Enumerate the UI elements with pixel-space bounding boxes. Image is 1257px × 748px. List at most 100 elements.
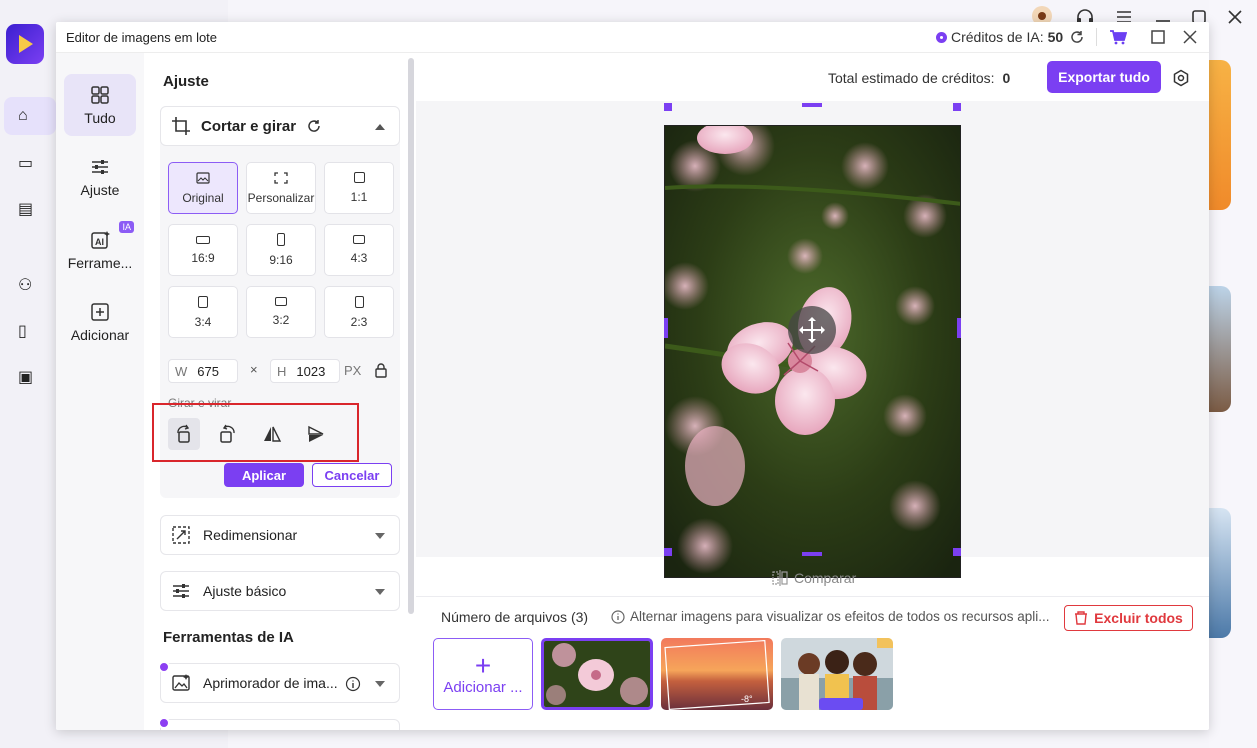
files-hint: Alternar imagens para visualizar os efei…	[611, 609, 1051, 624]
dialog-title: Editor de imagens em lote	[66, 30, 218, 45]
ratio-label: 2:3	[350, 314, 368, 329]
bg-card-sea	[1209, 508, 1231, 638]
bg-nav-item-3[interactable]: ▤	[4, 190, 56, 228]
bg-nav-item-5[interactable]: ▯	[4, 312, 56, 350]
rail-label-adicionar: Adicionar	[70, 327, 130, 343]
delete-all-button[interactable]: Excluir todos	[1064, 605, 1193, 631]
cancel-button[interactable]: Cancelar	[312, 463, 392, 487]
crop-rotate-header[interactable]: Cortar e girar	[160, 106, 400, 146]
crop-handle-right[interactable]	[957, 318, 961, 338]
bg-nav-item-6[interactable]: ▣	[4, 358, 56, 396]
thumb-flower-image	[544, 641, 650, 707]
compare-label: Comparar	[794, 570, 857, 586]
ratio-shape-icon	[198, 295, 208, 308]
collapse-icon[interactable]	[375, 124, 385, 130]
compare-icon	[772, 570, 788, 586]
panel-scrollbar[interactable]	[408, 58, 414, 614]
expand-icon	[375, 589, 385, 595]
highlight-annotation	[152, 403, 359, 462]
thumb-flower[interactable]	[541, 638, 653, 710]
height-field[interactable]: H 1023	[270, 359, 340, 383]
ratio-label: Original	[182, 190, 224, 205]
credit-icon	[936, 31, 947, 43]
width-field[interactable]: W 675	[168, 359, 238, 383]
ratio-shape-icon	[353, 172, 365, 183]
cart-icon[interactable]	[1109, 29, 1127, 45]
crop-handle-br[interactable]	[953, 548, 961, 556]
sliders-icon	[92, 160, 108, 174]
rail-item-adicionar[interactable]: Adicionar	[64, 291, 136, 353]
crop-rotate-title: Cortar e girar	[201, 117, 297, 135]
basic-adjust-accordion[interactable]: Ajuste básico	[160, 571, 400, 611]
resize-accordion[interactable]: Redimensionar	[160, 515, 400, 555]
ratio-label: 9:16	[269, 253, 293, 267]
move-handle[interactable]	[788, 306, 836, 354]
custom-crop-icon	[274, 171, 288, 184]
crop-handle-left[interactable]	[664, 318, 668, 338]
crop-handle-bl[interactable]	[664, 548, 672, 556]
thumb-friends-image	[781, 638, 893, 710]
apply-button[interactable]: Aplicar	[224, 463, 304, 487]
dialog-close-icon[interactable]	[1182, 29, 1198, 45]
ratio-shape-icon	[354, 295, 364, 308]
width-value[interactable]: 675	[197, 364, 219, 379]
reset-icon[interactable]	[306, 118, 322, 134]
refresh-credits-icon[interactable]	[1069, 29, 1085, 45]
settings-panel: Ajuste Cortar e girar Original Personali…	[144, 53, 416, 730]
enhancer-accordion[interactable]: Aprimorador de ima...	[158, 661, 400, 703]
expand-icon	[375, 533, 385, 539]
thumb-sunset[interactable]: -8°	[661, 638, 773, 710]
lock-icon[interactable]	[374, 362, 388, 378]
crop-handle-tr[interactable]	[953, 103, 961, 111]
resize-icon	[172, 526, 190, 544]
info-icon	[611, 609, 625, 624]
crop-handle-top[interactable]	[802, 103, 822, 107]
next-ai-tool-accordion[interactable]	[158, 717, 400, 730]
settings-icon[interactable]	[1172, 69, 1190, 87]
credits-label: Créditos de IA:	[951, 29, 1044, 45]
thumb-sunset-image: -8°	[661, 638, 773, 710]
app-logo	[6, 24, 44, 64]
rail-label-tudo: Tudo	[84, 110, 116, 126]
rail-item-tudo[interactable]: Tudo	[64, 74, 136, 136]
ratio-2-3[interactable]: 2:3	[324, 286, 394, 338]
ratio-3-2[interactable]: 3:2	[246, 286, 316, 338]
height-value[interactable]: 1023	[296, 364, 325, 379]
ratio-1-1[interactable]: 1:1	[324, 162, 394, 214]
bg-nav-item-2[interactable]: ▭	[4, 144, 56, 182]
ratio-16-9[interactable]: 16:9	[168, 224, 238, 276]
ratio-shape-icon	[277, 233, 285, 246]
times-sign: ×	[250, 362, 258, 377]
ratio-label: 16:9	[191, 250, 215, 265]
info-icon[interactable]	[345, 676, 361, 692]
panel-section-title: Ajuste	[163, 73, 209, 90]
bg-nav-item-4[interactable]: ⚇	[4, 266, 56, 304]
bg-nav-home[interactable]: ⌂	[4, 97, 56, 135]
hint-text: Alternar imagens para visualizar os efei…	[630, 609, 1050, 624]
bg-card-landscape	[1209, 286, 1231, 412]
compare-button[interactable]: Comparar	[772, 570, 856, 586]
export-all-button[interactable]: Exportar tudo	[1047, 61, 1161, 93]
ratio-label: 3:4	[194, 314, 212, 329]
dialog-maximize-icon[interactable]	[1150, 29, 1166, 45]
dialog-titlebar: Editor de imagens em lote Créditos de IA…	[56, 22, 1209, 53]
add-files-tile[interactable]: + Adicionar ...	[433, 638, 533, 710]
ratio-4-3[interactable]: 4:3	[324, 224, 394, 276]
ratio-original[interactable]: Original	[168, 162, 238, 214]
rail-item-ferramentas[interactable]: IA AI Ferrame...	[64, 219, 136, 281]
bg-card-orange	[1209, 60, 1231, 210]
rail-item-ajuste[interactable]: Ajuste	[64, 146, 136, 208]
grid-icon	[91, 86, 109, 104]
close-app-icon[interactable]	[1225, 7, 1245, 27]
crop-handle-tl[interactable]	[664, 103, 672, 111]
ratio-personalizar[interactable]: Personalizar	[246, 162, 316, 214]
ratio-3-4[interactable]: 3:4	[168, 286, 238, 338]
enhance-icon	[172, 674, 190, 691]
ratio-9-16[interactable]: 9:16	[246, 224, 316, 276]
ratio-shape-icon	[196, 235, 210, 244]
thumb-friends[interactable]	[781, 638, 893, 710]
ai-credits: Créditos de IA: 50	[936, 29, 1063, 45]
crop-handle-bottom[interactable]	[802, 552, 822, 556]
titlebar-divider	[1096, 28, 1097, 46]
add-files-label: Adicionar ...	[443, 678, 523, 696]
